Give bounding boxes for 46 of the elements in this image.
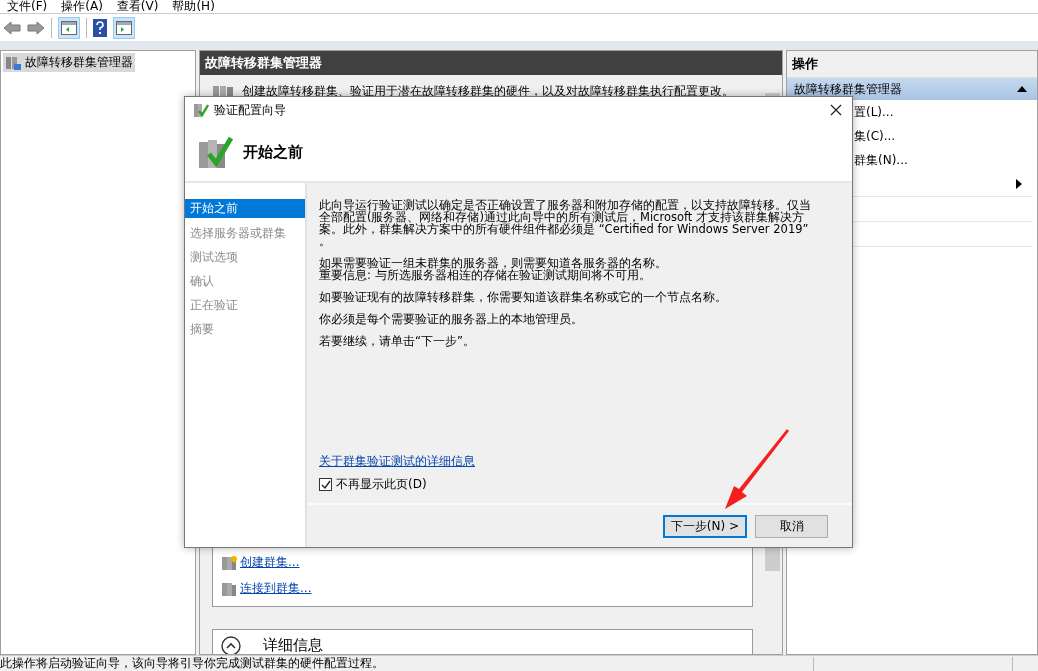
menu-item[interactable]: 操作(A)	[54, 0, 110, 13]
dialog-heading: 开始之前	[243, 142, 303, 162]
cluster-icon	[5, 54, 21, 71]
wizard-step[interactable]: 选择服务器或群集	[185, 223, 305, 247]
back-arrow-icon[interactable]	[3, 20, 21, 35]
paragraph-text: 如果需要验证一组未群集的服务器，则需要知道各服务器的名称。	[319, 257, 668, 269]
submenu-arrow-icon[interactable]	[1016, 179, 1022, 189]
show-tree-button[interactable]	[58, 16, 80, 39]
link[interactable]: 连接到群集...	[240, 580, 312, 597]
tree-item[interactable]: 故障转移群集管理器	[3, 53, 135, 72]
show-action-pane-button[interactable]	[113, 16, 135, 39]
menu-item[interactable]: 查看(V)	[109, 0, 166, 13]
details-title: 详细信息	[263, 636, 323, 654]
server-icon	[221, 580, 237, 597]
wizard-step[interactable]: 确认	[185, 271, 305, 295]
collapse-icon[interactable]	[221, 636, 241, 654]
description-text: 创建故障转移群集、验证用于潜在故障转移群集的硬件，以及对故障转移群集执行配置更改。	[242, 83, 734, 100]
close-icon[interactable]	[830, 104, 842, 116]
dialog-title: 验证配置向导	[214, 101, 286, 119]
checkbox-label: 不再显示此页(D)	[336, 476, 427, 493]
paragraph-text: 重要信息: 与所选服务器相连的存储在验证测试期间将不可用。	[319, 269, 651, 281]
paragraph-text: 此向导运行验证测试以确定是否正确设置了服务器和附加存储的配置，以支持故障转移。仅当全部配置(服务器、网络和存储)通过此向导中的所有测试后，Microsoft 才支持该群集解决方案。此外，群集解决方案中的所有硬件组件都必须是 “Certified for Windows Server 2019” 。	[319, 199, 812, 247]
cancel-button[interactable]: 取消	[755, 514, 828, 538]
next-button[interactable]: 下一步(N) >	[662, 514, 747, 538]
checkbox[interactable]	[319, 478, 332, 491]
status-text: 此操作将启动验证向导，该向导将引导你完成测试群集的硬件配置过程。	[0, 656, 385, 671]
paragraph-text: 若要继续，请单击“下一步”。	[319, 335, 476, 347]
wizard-step[interactable]: 正在验证	[185, 295, 305, 319]
forward-arrow-icon[interactable]	[27, 20, 45, 35]
wizard-step[interactable]: 测试选项	[185, 247, 305, 271]
wizard-step[interactable]: 开始之前	[185, 199, 305, 218]
wizard-step[interactable]: 摘要	[185, 319, 305, 343]
wizard-icon	[197, 134, 233, 170]
actions-group-header[interactable]: 故障转移群集管理器	[787, 78, 1037, 100]
actions-header: 操作	[787, 51, 1037, 78]
link[interactable]: 创建群集...	[240, 554, 300, 571]
paragraph-text: 你必须是每个需要验证的服务器上的本地管理员。	[319, 313, 584, 325]
collapse-icon	[1017, 86, 1027, 92]
wizard-icon	[193, 102, 209, 118]
help-icon[interactable]	[93, 18, 107, 37]
menu-item[interactable]: 帮助(H)	[165, 0, 222, 13]
center-header: 故障转移群集管理器	[200, 51, 782, 75]
link[interactable]: 关于群集验证测试的详细信息	[319, 453, 475, 470]
menu-item[interactable]: 文件(F)	[0, 0, 55, 13]
server-icon	[221, 554, 237, 571]
paragraph-text: 如要验证现有的故障转移群集，你需要知道该群集名称或它的一个节点名称。	[319, 291, 728, 303]
